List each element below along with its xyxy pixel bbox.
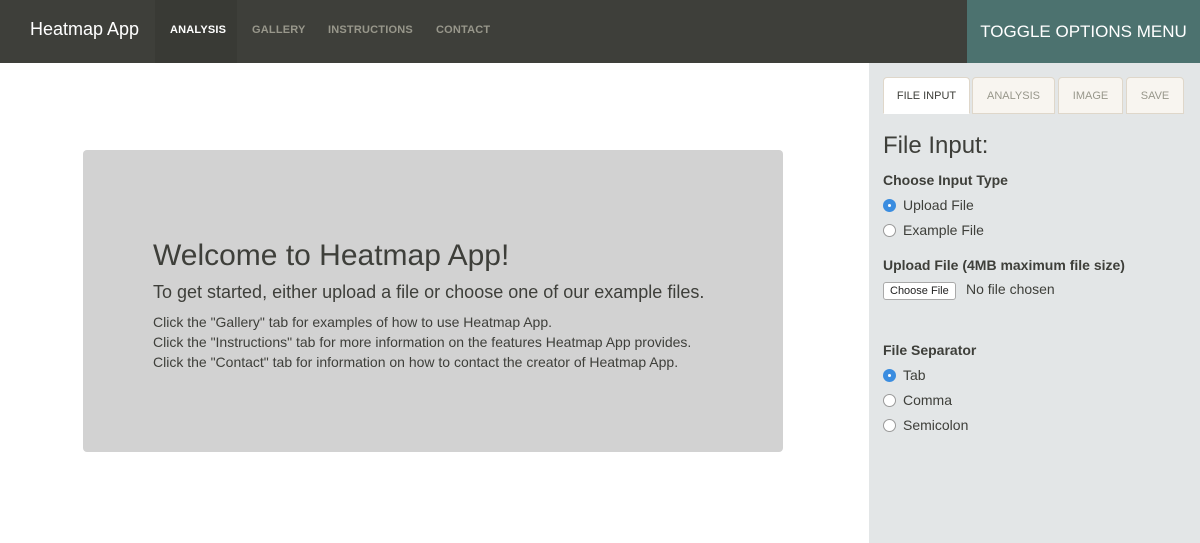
panel-title: File Input: (883, 132, 989, 159)
nav-instructions[interactable]: INSTRUCTIONS (313, 0, 428, 63)
welcome-subtitle: To get started, either upload a file or … (153, 282, 705, 302)
welcome-line-contact: Click the "Contact" tab for information … (153, 354, 679, 370)
radio-label: Tab (903, 367, 926, 383)
radio-label: Example File (903, 222, 984, 238)
choose-file-button[interactable]: Choose File (883, 282, 956, 300)
file-separator-label: File Separator (883, 342, 977, 358)
welcome-line-instructions: Click the "Instructions" tab for more in… (153, 334, 692, 350)
upload-file-label: Upload File (4MB maximum file size) (883, 257, 1125, 273)
tab-analysis[interactable]: ANALYSIS (972, 77, 1055, 114)
tab-file-input[interactable]: FILE INPUT (883, 77, 970, 114)
toggle-options-menu-button[interactable]: TOGGLE OPTIONS MENU (967, 0, 1200, 63)
file-status-text: No file chosen (966, 281, 1055, 297)
tab-image[interactable]: IMAGE (1058, 77, 1123, 114)
radio-label: Comma (903, 392, 953, 408)
tab-save[interactable]: SAVE (1126, 77, 1184, 114)
input-type-label: Choose Input Type (883, 172, 1008, 188)
radio-label: Semicolon (903, 417, 969, 433)
radio-unchecked-icon[interactable] (883, 393, 896, 407)
navbar: Heatmap App ANALYSIS GALLERY INSTRUCTION… (0, 0, 1200, 63)
radio-upload-file[interactable]: Upload File (883, 196, 974, 214)
radio-separator-tab[interactable]: Tab (883, 366, 926, 384)
radio-checked-icon[interactable] (883, 198, 896, 212)
radio-label: Upload File (903, 197, 974, 213)
welcome-title: Welcome to Heatmap App! (153, 239, 510, 272)
nav-gallery[interactable]: GALLERY (237, 0, 321, 63)
radio-separator-comma[interactable]: Comma (883, 391, 952, 409)
welcome-panel: Welcome to Heatmap App! To get started, … (83, 150, 783, 452)
radio-separator-semicolon[interactable]: Semicolon (883, 416, 968, 434)
nav-analysis[interactable]: ANALYSIS (155, 0, 237, 63)
radio-example-file[interactable]: Example File (883, 221, 984, 239)
radio-checked-icon[interactable] (883, 368, 896, 382)
nav-contact[interactable]: CONTACT (421, 0, 505, 63)
radio-unchecked-icon[interactable] (883, 418, 896, 432)
radio-unchecked-icon[interactable] (883, 223, 896, 237)
welcome-line-gallery: Click the "Gallery" tab for examples of … (153, 314, 553, 330)
options-sidebar: FILE INPUT ANALYSIS IMAGE SAVE File Inpu… (869, 63, 1200, 543)
brand-title[interactable]: Heatmap App (30, 19, 139, 40)
